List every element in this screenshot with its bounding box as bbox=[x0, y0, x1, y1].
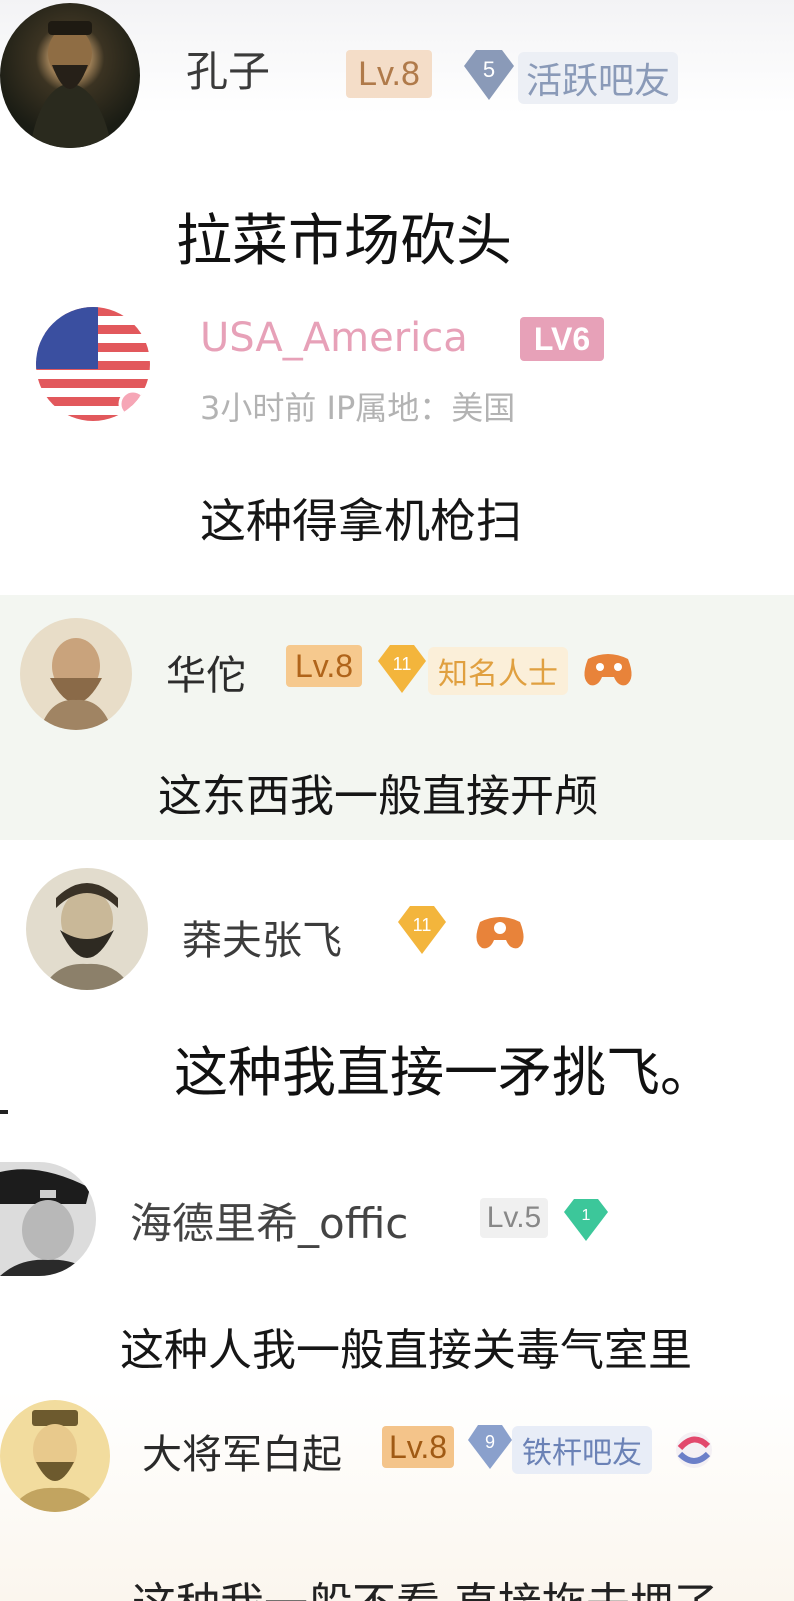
officer-portrait-icon bbox=[0, 1169, 96, 1276]
zhang-fei-portrait-icon bbox=[42, 883, 132, 990]
avatar[interactable] bbox=[26, 868, 148, 990]
comment-text: 这种我一般不看 直接拖去埋了 bbox=[132, 1568, 718, 1601]
hua-tuo-portrait-icon bbox=[40, 638, 112, 730]
us-flag-icon bbox=[36, 307, 150, 421]
rank-gem-icon: 11 bbox=[398, 906, 446, 954]
avatar[interactable] bbox=[0, 3, 140, 148]
gamepad-icon bbox=[476, 917, 524, 949]
timestamp-location: 3小时前 IP属地：美国 bbox=[200, 389, 516, 427]
level-badge: LV6 bbox=[520, 317, 604, 361]
rank-number: 11 bbox=[393, 654, 412, 674]
rank-number: 5 bbox=[483, 57, 495, 82]
divider-mark bbox=[0, 1110, 8, 1114]
level-badge: Lv.8 bbox=[346, 50, 432, 98]
username[interactable]: 莽夫张飞 bbox=[182, 908, 342, 966]
rank-title: 活跃吧友 bbox=[518, 52, 679, 104]
comment-text: 这种得拿机枪扫 bbox=[200, 494, 522, 548]
rank-gem-icon: 9 bbox=[468, 1425, 512, 1469]
rank-number: 9 bbox=[485, 1432, 495, 1452]
username[interactable]: 华佗 bbox=[166, 643, 246, 701]
gamepad-icon bbox=[584, 654, 632, 686]
comment-item: 大将军白起 Lv.8 9 铁杆吧友 这种我一般不看 直接拖去埋了 bbox=[0, 1390, 794, 1601]
comment-text: 这种人我一般直接关毒气室里 bbox=[120, 1325, 692, 1376]
level-badge: Lv.8 bbox=[382, 1426, 454, 1468]
comment-item: USA_America LV6 3小时前 IP属地：美国 这种得拿机枪扫 bbox=[0, 285, 794, 595]
rank-number: 1 bbox=[582, 1207, 591, 1224]
comment-thread: 孔子 Lv.8 5 活跃吧友 拉菜市场砍头 USA_America LV6 3小… bbox=[0, 0, 794, 1601]
comment-item: 海德里希_offic Lv.5 1 这种人我一般直接关毒气室里 bbox=[0, 1140, 794, 1390]
comment-text: 这种我直接一矛挑飞。 bbox=[174, 1041, 714, 1104]
username[interactable]: USA_America bbox=[200, 315, 468, 361]
avatar[interactable] bbox=[20, 618, 132, 730]
comment-item: 孔子 Lv.8 5 活跃吧友 拉菜市场砍头 bbox=[0, 0, 794, 285]
rank-number: 11 bbox=[413, 915, 432, 935]
comment-item: 莽夫张飞 11 这种我直接一矛挑飞。 bbox=[0, 840, 794, 1140]
level-badge: Lv.5 bbox=[480, 1198, 548, 1238]
bai-qi-portrait-icon bbox=[10, 1410, 100, 1512]
username[interactable]: 大将军白起 bbox=[142, 1422, 342, 1480]
rank-gem-icon: 1 bbox=[564, 1199, 608, 1241]
avatar[interactable] bbox=[0, 1162, 96, 1276]
avatar[interactable] bbox=[36, 307, 150, 421]
confucius-portrait-icon bbox=[30, 21, 112, 148]
username[interactable]: 孔子 bbox=[186, 38, 270, 99]
swirl-badge-icon bbox=[676, 1432, 712, 1468]
username[interactable]: 海德里希_offic bbox=[130, 1190, 408, 1251]
rank-gem-icon: 5 bbox=[464, 50, 514, 100]
rank-title: 知名人士 bbox=[428, 647, 568, 695]
rank-gem-icon: 11 bbox=[378, 645, 426, 693]
comment-text: 这东西我一般直接开颅 bbox=[158, 771, 598, 822]
rank-title: 铁杆吧友 bbox=[512, 1426, 652, 1474]
level-badge: Lv.8 bbox=[286, 645, 362, 687]
comment-item: 华佗 Lv.8 11 知名人士 这东西我一般直接开颅 bbox=[0, 595, 794, 840]
avatar[interactable] bbox=[0, 1400, 110, 1512]
comment-text: 拉菜市场砍头 bbox=[176, 209, 512, 274]
